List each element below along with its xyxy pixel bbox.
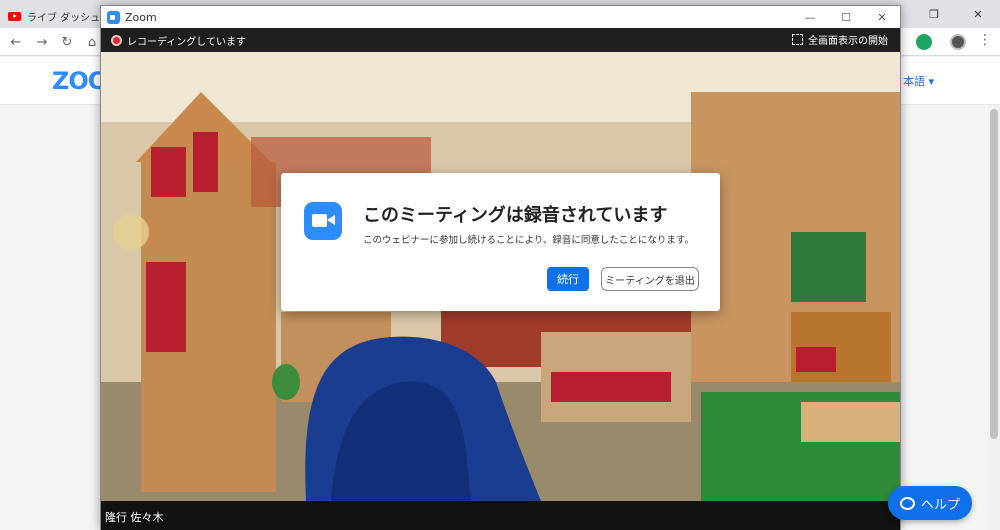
scrollbar-thumb[interactable] <box>990 109 998 439</box>
zoom-logo[interactable]: ZOO <box>52 67 108 95</box>
recording-info-bar: レコーディングしています 全画面表示の開始 <box>101 28 900 52</box>
fullscreen-icon <box>792 34 803 45</box>
help-button-label: ヘルプ <box>920 497 960 513</box>
zoom-titlebar: Zoom — ☐ ✕ <box>101 6 900 28</box>
continue-button[interactable]: 続行 <box>547 267 589 291</box>
browser-maximize-button[interactable]: ❐ <box>912 0 956 28</box>
fullscreen-button[interactable]: 全画面表示の開始 <box>792 32 888 47</box>
profile-avatar[interactable] <box>950 34 966 50</box>
recording-consent-dialog: このミーティングは録音されています このウェビナーに参加し続けることにより、録音… <box>281 173 720 311</box>
fullscreen-label: 全画面表示の開始 <box>808 36 888 47</box>
zoom-minimize-button[interactable]: — <box>792 6 828 28</box>
zoom-app-icon <box>107 10 120 24</box>
zoom-window-controls: — ☐ ✕ <box>792 6 900 28</box>
zoom-camera-icon <box>304 202 342 240</box>
leave-meeting-button[interactable]: ミーティングを退出 <box>601 267 699 291</box>
dialog-message: このウェビナーに参加し続けることにより、録音に同意したことになります。 <box>363 235 694 246</box>
browser-menu-icon[interactable]: ⋮ <box>978 32 992 48</box>
help-button[interactable]: ヘルプ <box>888 486 972 520</box>
language-selector[interactable]: 本語 ▾ <box>903 73 934 89</box>
participant-bar: 隆行 佐々木 <box>101 501 900 530</box>
back-arrow-icon[interactable]: ← <box>6 32 26 52</box>
forward-arrow-icon[interactable]: → <box>32 32 52 52</box>
browser-close-button[interactable]: ✕ <box>956 0 1000 28</box>
recording-dot-icon <box>111 34 122 46</box>
zoom-window-title: Zoom <box>125 10 157 24</box>
extension-icon[interactable] <box>916 34 932 50</box>
youtube-icon <box>8 11 21 21</box>
zoom-close-button[interactable]: ✕ <box>864 6 900 28</box>
browser-tab-title: ライブ ダッシュボ <box>27 12 108 24</box>
recording-label: レコーディングしています <box>127 36 246 48</box>
browser-tab[interactable]: ライブ ダッシュボ <box>8 4 108 28</box>
reload-icon[interactable]: ↻ <box>57 32 77 52</box>
home-icon[interactable]: ⌂ <box>82 32 102 52</box>
chat-bubble-icon <box>899 496 915 510</box>
zoom-maximize-button[interactable]: ☐ <box>828 6 864 28</box>
participant-name: 隆行 佐々木 <box>105 511 164 524</box>
page-scrollbar[interactable] <box>988 105 1000 530</box>
dialog-title: このミーティングは録音されています <box>363 205 668 226</box>
